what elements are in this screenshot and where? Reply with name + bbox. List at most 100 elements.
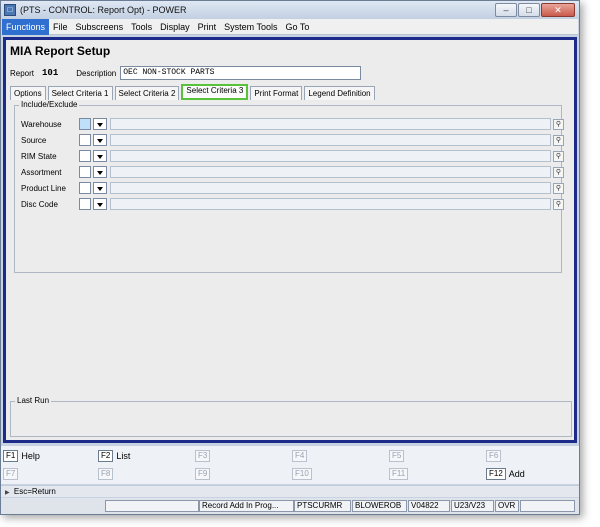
menu-file[interactable]: File xyxy=(49,19,72,35)
include-checkbox[interactable] xyxy=(79,134,91,146)
fkey-f6[interactable]: F6 xyxy=(486,449,502,463)
menu-tools[interactable]: Tools xyxy=(127,19,156,35)
chevron-down-icon[interactable] xyxy=(93,198,107,210)
description-field[interactable]: OEC NON-STOCK PARTS xyxy=(120,66,362,80)
title-bar: □ (PTS - CONTROL: Report Opt) - POWER – … xyxy=(1,1,579,19)
fkey-f5[interactable]: F5 xyxy=(389,449,405,463)
search-icon[interactable]: ⚲ xyxy=(553,118,564,130)
description-label: Description xyxy=(76,68,117,78)
chevron-down-icon[interactable] xyxy=(93,166,107,178)
page-title: MIA Report Setup xyxy=(10,44,111,58)
fkey-code: F1 xyxy=(3,450,19,462)
criteria-field[interactable] xyxy=(110,150,551,162)
esc-hint: Esc=Return xyxy=(13,487,56,496)
status-user: BLOWEROB xyxy=(352,500,407,512)
fkey-f12[interactable]: F12 Add xyxy=(486,467,525,481)
criteria-field[interactable] xyxy=(110,182,551,194)
tab-strip: Options Select Criteria 1 Select Criteri… xyxy=(10,84,377,100)
status-empty xyxy=(105,500,199,512)
chevron-down-icon[interactable] xyxy=(93,134,107,146)
status-empty-right xyxy=(520,500,575,512)
menu-print[interactable]: Print xyxy=(194,19,221,35)
criteria-label: Source xyxy=(21,135,47,145)
search-icon[interactable]: ⚲ xyxy=(553,134,564,146)
criteria-field[interactable] xyxy=(110,166,551,178)
fkey-code: F12 xyxy=(486,468,506,480)
fkey-f10[interactable]: F10 xyxy=(292,467,312,481)
search-icon[interactable]: ⚲ xyxy=(553,182,564,194)
tab-select-criteria-3[interactable]: Select Criteria 3 xyxy=(181,84,249,100)
include-checkbox[interactable] xyxy=(79,118,91,130)
fkey-code: F6 xyxy=(486,450,502,462)
fkey-f7[interactable]: F7 xyxy=(3,467,19,481)
chevron-down-icon[interactable] xyxy=(93,182,107,194)
menu-system-tools[interactable]: System Tools xyxy=(220,19,281,35)
report-number: 101 xyxy=(42,68,59,78)
fkey-f11[interactable]: F11 xyxy=(389,467,409,481)
esc-bar[interactable]: ▶ Esc=Return xyxy=(1,485,579,497)
menu-subscreens[interactable]: Subscreens xyxy=(72,19,128,35)
function-key-bar: F1 Help F2 List F3 F4 F5 F6 F7 F8 F9 F10 xyxy=(1,446,579,484)
criteria-label: Product Line xyxy=(21,183,66,193)
include-exclude-label: Include/Exclude xyxy=(19,100,80,109)
status-version: V04822 xyxy=(408,500,450,512)
fkey-code: F4 xyxy=(292,450,308,462)
status-release: U23/V23 xyxy=(451,500,494,512)
criteria-row-assortment: Assortment ⚲ xyxy=(21,165,564,179)
report-label: Report xyxy=(10,68,35,78)
tab-select-criteria-1[interactable]: Select Criteria 1 xyxy=(47,86,113,100)
fkey-f1[interactable]: F1 Help xyxy=(3,449,40,463)
application-window: □ (PTS - CONTROL: Report Opt) - POWER – … xyxy=(0,0,580,515)
menu-display[interactable]: Display xyxy=(156,19,194,35)
criteria-row-product-line: Product Line ⚲ xyxy=(21,181,564,195)
fkey-code: F10 xyxy=(292,468,312,480)
chevron-down-icon[interactable] xyxy=(93,118,107,130)
fkey-label: Help xyxy=(21,451,40,461)
criteria-label: RIM State xyxy=(21,151,57,161)
close-icon[interactable]: ✕ xyxy=(541,3,575,17)
maximize-icon[interactable]: □ xyxy=(518,3,540,17)
fkey-code: F3 xyxy=(195,450,211,462)
include-checkbox[interactable] xyxy=(79,150,91,162)
fkey-f3[interactable]: F3 xyxy=(195,449,211,463)
criteria-row-rim-state: RIM State ⚲ xyxy=(21,149,564,163)
search-icon[interactable]: ⚲ xyxy=(553,150,564,162)
fkey-code: F2 xyxy=(98,450,114,462)
tab-print-format[interactable]: Print Format xyxy=(250,86,303,100)
app-icon: □ xyxy=(4,4,16,16)
criteria-row-source: Source ⚲ xyxy=(21,133,564,147)
tab-options[interactable]: Options xyxy=(10,86,46,100)
fkey-code: F7 xyxy=(3,468,19,480)
criteria-label: Disc Code xyxy=(21,199,58,209)
fkey-label: Add xyxy=(508,469,525,479)
chevron-down-icon[interactable] xyxy=(93,150,107,162)
fkey-f4[interactable]: F4 xyxy=(292,449,308,463)
fkey-f9[interactable]: F9 xyxy=(195,467,211,481)
tab-select-criteria-2[interactable]: Select Criteria 2 xyxy=(114,86,180,100)
search-icon[interactable]: ⚲ xyxy=(553,166,564,178)
fkey-code: F9 xyxy=(195,468,211,480)
last-run-label: Last Run xyxy=(15,396,52,405)
tab-legend-definition[interactable]: Legend Definition xyxy=(304,86,375,100)
minimize-icon[interactable]: – xyxy=(495,3,517,17)
fkey-f8[interactable]: F8 xyxy=(98,467,114,481)
criteria-field[interactable] xyxy=(110,118,551,130)
include-checkbox[interactable] xyxy=(79,182,91,194)
triangle-right-icon: ▶ xyxy=(5,490,10,496)
menu-functions[interactable]: Functions xyxy=(2,18,50,35)
report-row: Report 101 Description OEC NON-STOCK PAR… xyxy=(10,66,362,80)
status-program: PTSCURMR xyxy=(294,500,351,512)
include-checkbox[interactable] xyxy=(79,198,91,210)
criteria-field[interactable] xyxy=(110,198,551,210)
status-bar: Record Add In Prog... PTSCURMR BLOWEROB … xyxy=(1,498,579,514)
status-insert-mode: OVR xyxy=(495,500,519,512)
report-setup-form: MIA Report Setup Report 101 Description … xyxy=(3,37,577,443)
criteria-label: Assortment xyxy=(21,167,62,177)
fkey-f2[interactable]: F2 List xyxy=(98,449,130,463)
search-icon[interactable]: ⚲ xyxy=(553,198,564,210)
criteria-row-disc-code: Disc Code ⚲ xyxy=(21,197,564,211)
criteria-field[interactable] xyxy=(110,134,551,146)
window-title: (PTS - CONTROL: Report Opt) - POWER xyxy=(20,5,187,15)
include-checkbox[interactable] xyxy=(79,166,91,178)
menu-go-to[interactable]: Go To xyxy=(281,19,313,35)
